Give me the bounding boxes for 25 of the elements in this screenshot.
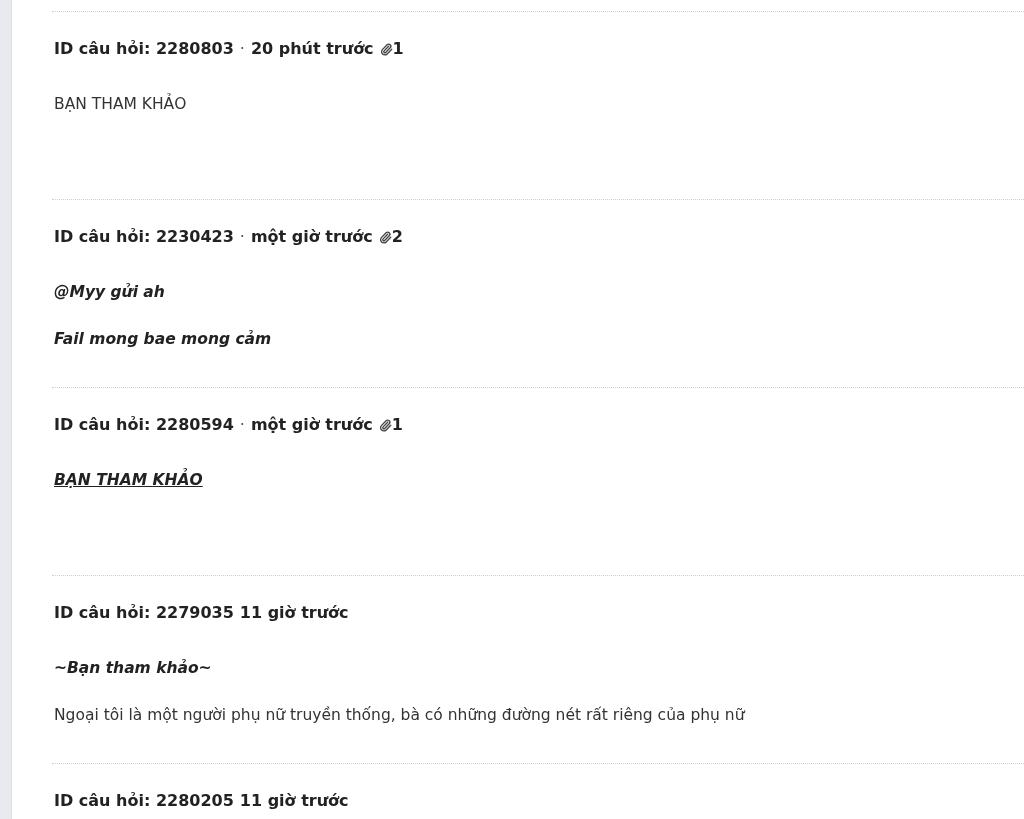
time-ago: 11 giờ trước	[239, 602, 349, 624]
answer-text: ~Bạn tham khảo~	[54, 657, 212, 679]
answer-text: Fail mong bae mong cảm	[54, 328, 272, 350]
attachment-count: 1	[392, 38, 404, 60]
time-ago: một giờ trước	[250, 414, 373, 436]
paperclip-icon	[379, 42, 393, 56]
attachment-count: 2	[391, 226, 403, 248]
attachment-count: 1	[391, 414, 403, 436]
time-ago: 20 phút trước	[250, 38, 374, 60]
question-id: ID câu hỏi: 2280594	[54, 414, 234, 436]
question-id: ID câu hỏi: 2279035	[54, 602, 234, 624]
answer-text: BẠN THAM KHẢO	[54, 92, 187, 115]
question-id: ID câu hỏi: 2280803	[54, 38, 234, 60]
separator-dot: ·	[239, 226, 245, 248]
separator-dot: ·	[239, 38, 245, 60]
question-id: ID câu hỏi: 2230423	[54, 226, 234, 248]
separator-dot: ·	[239, 414, 245, 436]
answer-text: @Myy gửi ah	[54, 281, 165, 303]
answer-text: Ngoại tôi là một người phụ nữ truyền thống, bà có những đường nét rất riêng của phụ nữ	[54, 704, 745, 726]
paperclip-icon	[378, 418, 392, 432]
answer-text: BẠN THAM KHẢO	[54, 468, 203, 491]
time-ago: 11 giờ trước	[239, 790, 349, 812]
question-id: ID câu hỏi: 2280205	[54, 790, 234, 812]
time-ago: một giờ trước	[250, 226, 373, 248]
paperclip-icon	[378, 230, 392, 244]
